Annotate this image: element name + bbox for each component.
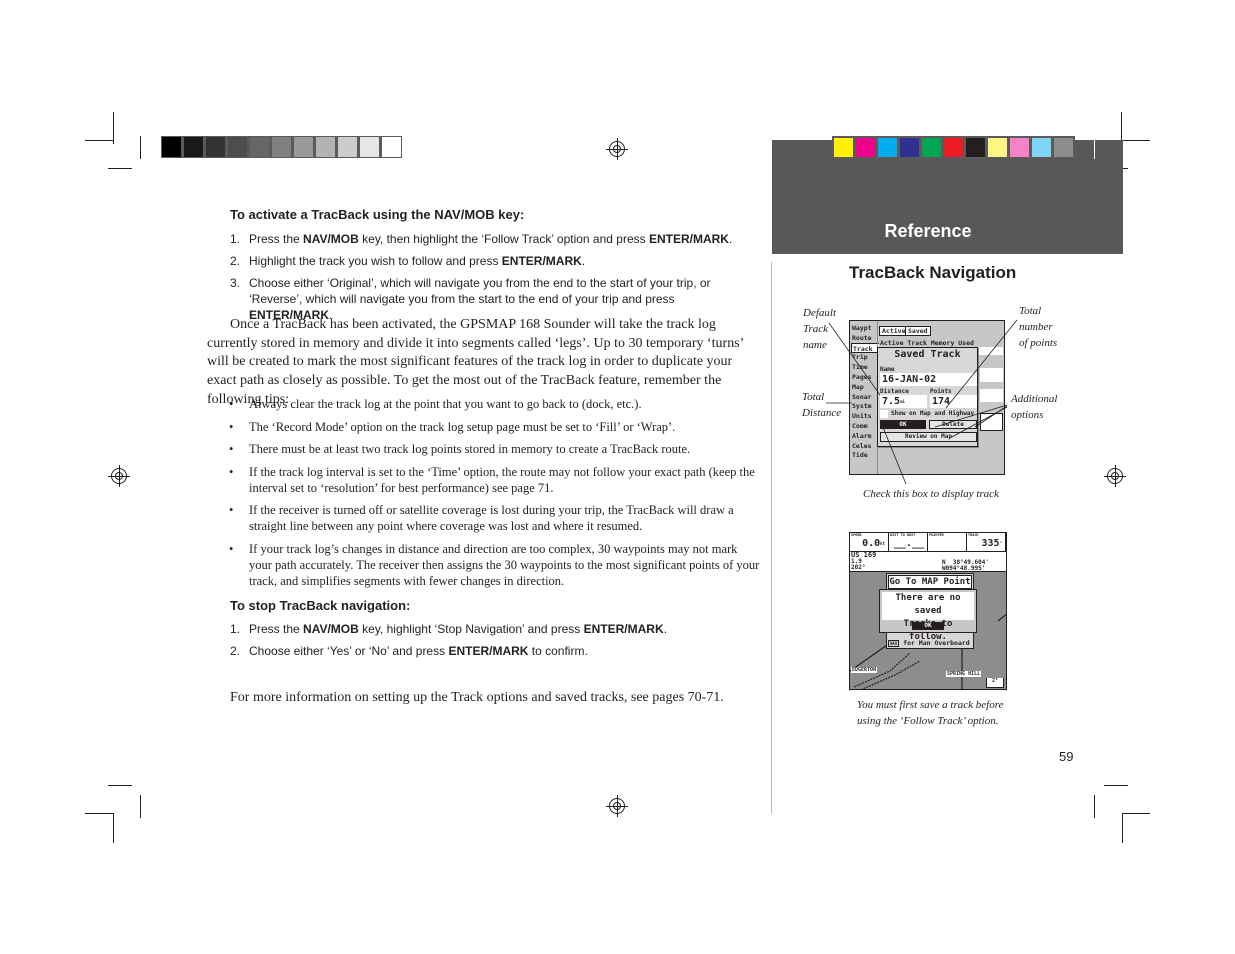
data-field[interactable]: DIST TO NEXT __.__ <box>889 533 928 552</box>
data-field-unit: ° <box>999 541 1002 546</box>
mob-label: for Man Overboard <box>903 639 970 647</box>
scale-value: 2³ <box>991 678 999 684</box>
menu-title[interactable]: Go To MAP Point <box>888 575 972 589</box>
leader-checkbox <box>879 419 907 485</box>
page-number: 59 <box>1059 749 1074 764</box>
map-screen: SPEED 0.0kt DIST TO NEXT __.__ POINTER TRACK 3… <box>849 532 1007 690</box>
message-line-1: There are no saved <box>895 593 961 616</box>
leader-options-3 <box>949 406 1008 439</box>
leader-options-2 <box>974 405 1008 428</box>
data-field-value: 0.0kt <box>850 538 888 550</box>
data-field-value: 335° <box>967 538 1005 550</box>
leader-total-points <box>945 319 1018 409</box>
data-field-label: POINTER <box>929 533 944 537</box>
data-field-number: 0.0 <box>862 538 881 549</box>
data-field-unit: kt <box>880 541 885 546</box>
place-label-2: SPRING HILL <box>946 671 982 677</box>
figure2-caption: You must first save a track before using… <box>857 699 1004 727</box>
message-box: There are no saved Tracks to follow. OK <box>879 589 977 642</box>
road <box>861 660 921 689</box>
data-field[interactable]: TRACK 335° <box>967 533 1006 552</box>
data-field-value: __.__ <box>889 538 927 550</box>
data-field[interactable]: POINTER <box>928 533 967 552</box>
road <box>997 613 1006 622</box>
longitude: W094°48.995' <box>942 565 986 572</box>
info-brg: 202° <box>851 564 866 571</box>
mob-row: NAV for Man Overboard <box>888 639 970 647</box>
data-field[interactable]: SPEED 0.0kt <box>850 533 889 552</box>
callout-leader-lines <box>826 319 1018 485</box>
place-label-1: EDGERTON <box>851 667 878 673</box>
scale-bar: 2³ <box>986 678 1004 688</box>
message-ok-button[interactable]: OK <box>912 622 944 630</box>
nav-key-icon: NAV <box>888 640 900 647</box>
leader-default-name <box>828 322 881 396</box>
data-field-number: __.__ <box>893 538 924 549</box>
message-text: There are no saved Tracks to follow. <box>882 592 974 642</box>
data-field-number: 335 <box>981 538 1000 549</box>
leader-options-1 <box>934 404 1008 428</box>
